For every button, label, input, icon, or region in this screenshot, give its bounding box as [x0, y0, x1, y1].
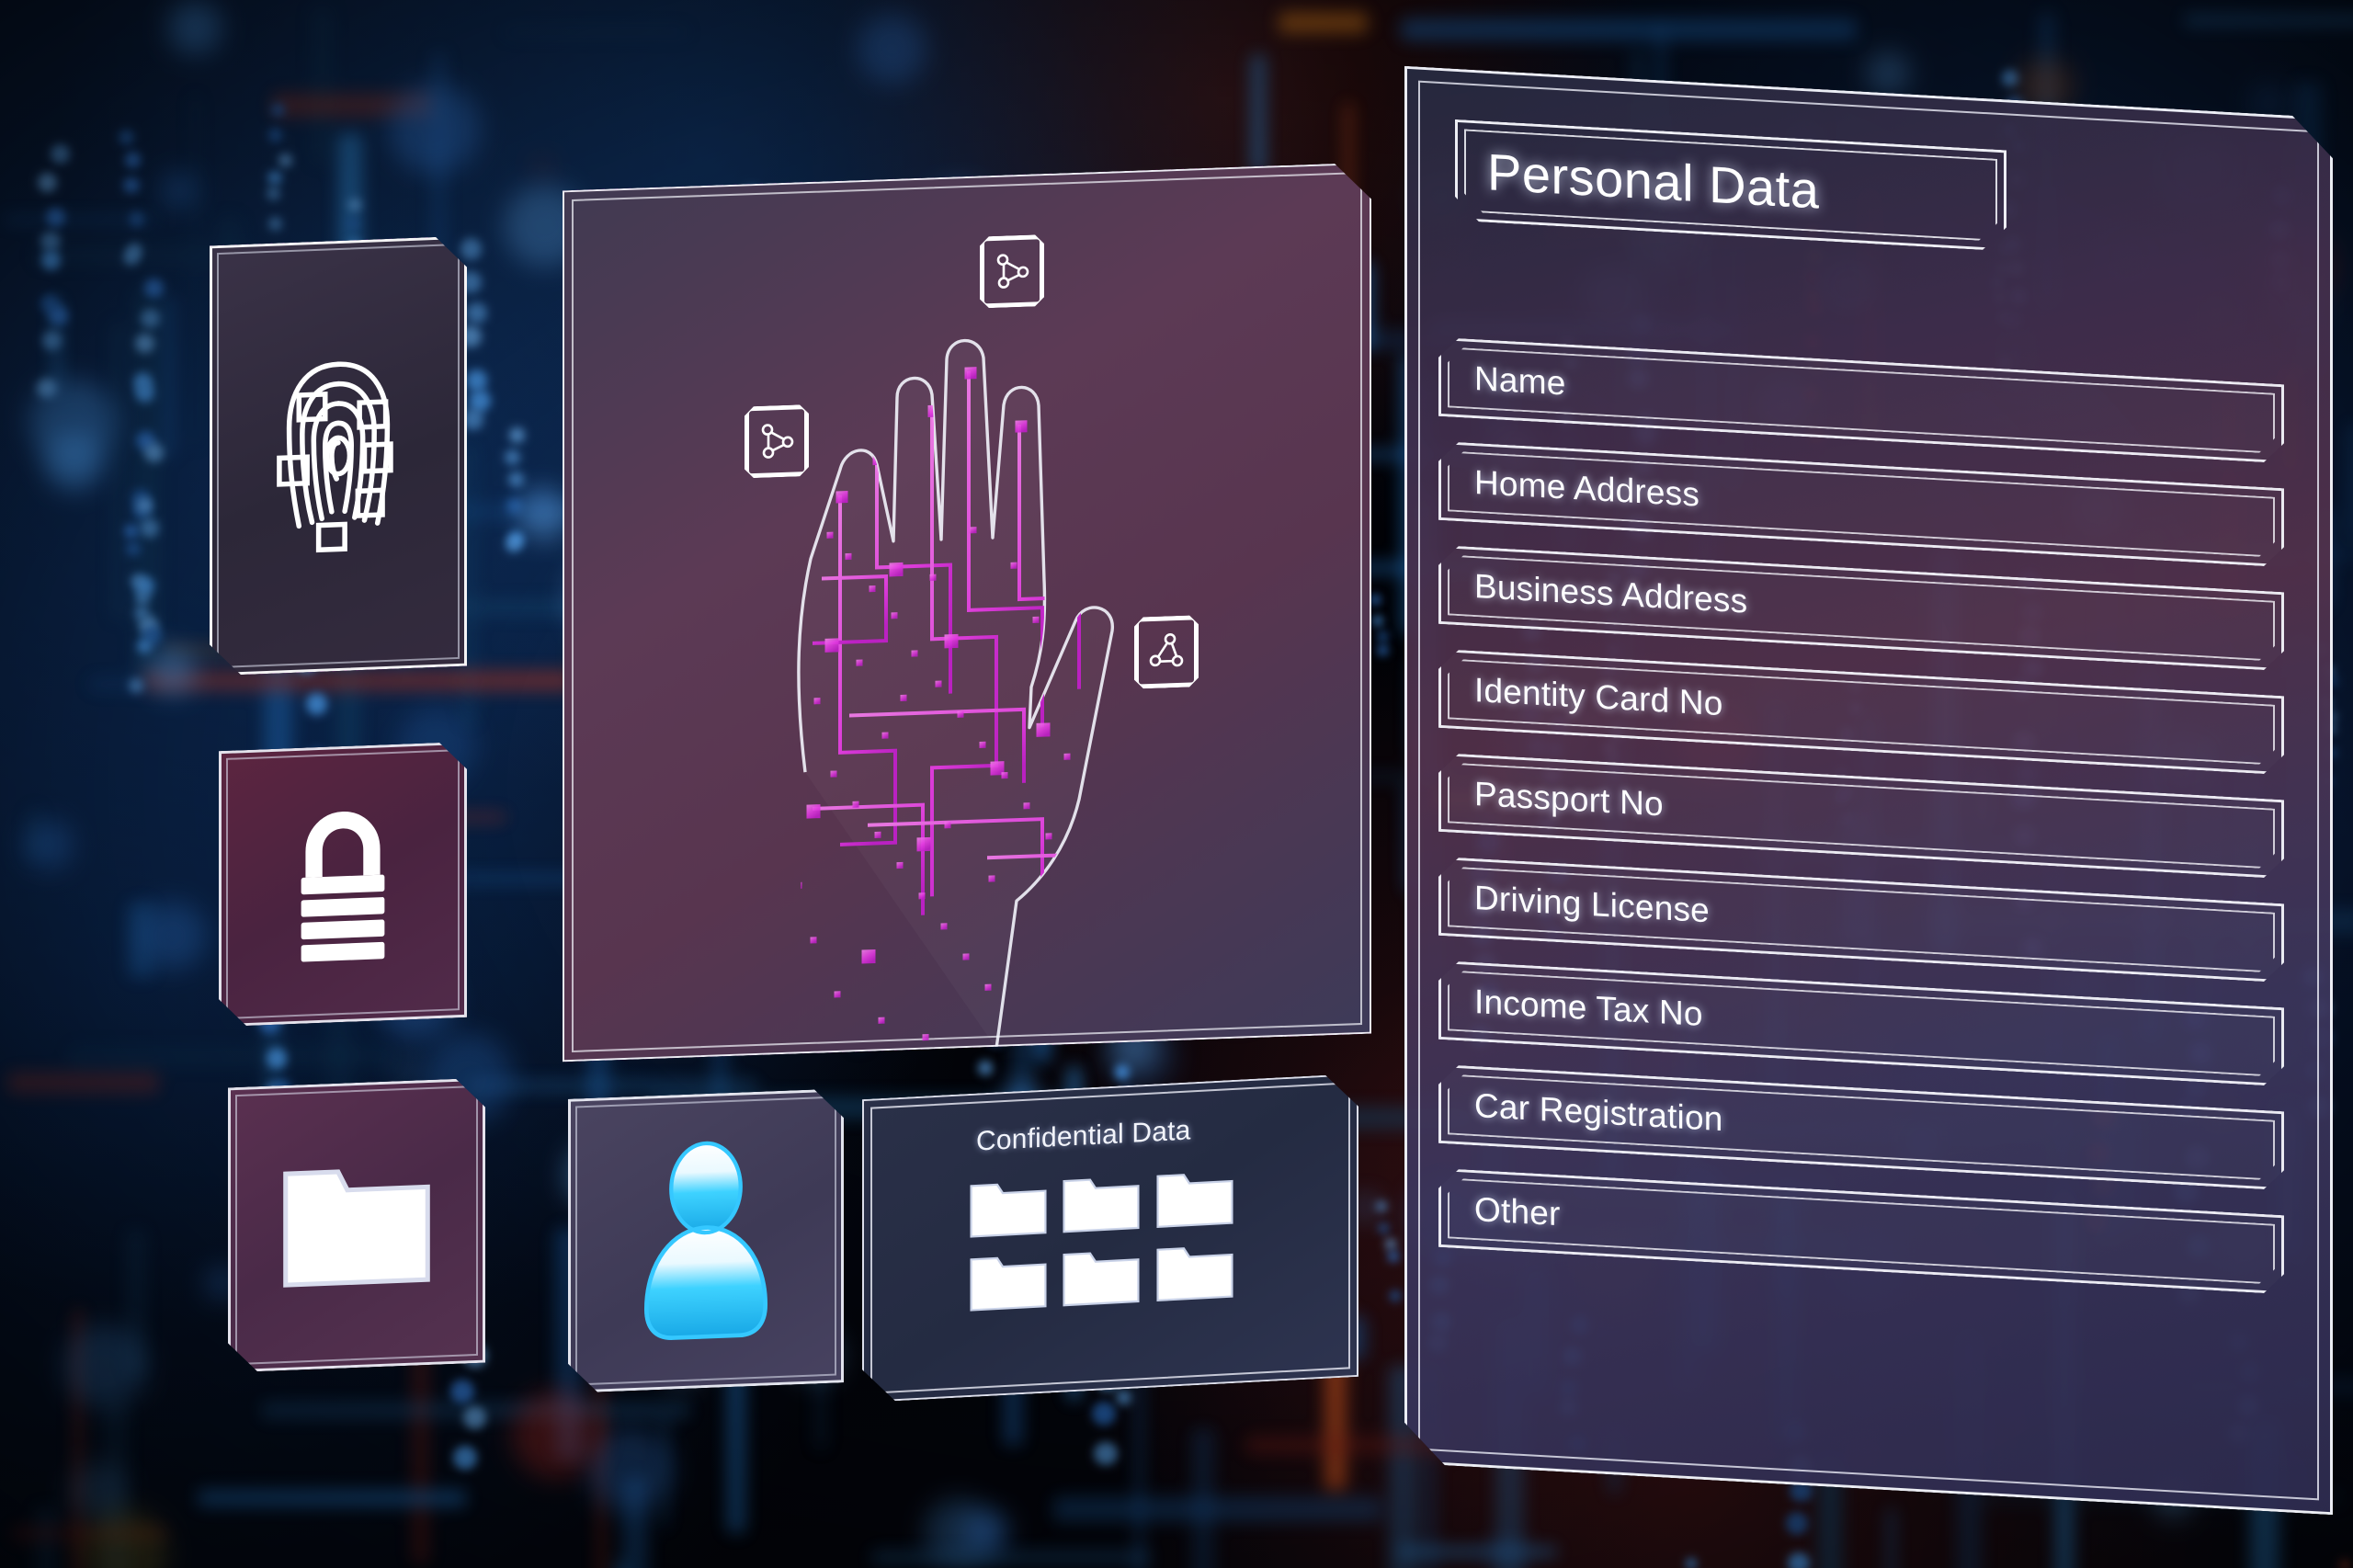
personal-data-field[interactable]: Income Tax No [1438, 960, 2284, 1086]
personal-data-title-box: Personal Data [1455, 119, 2006, 252]
personal-data-field[interactable]: Passport No [1438, 753, 2284, 879]
folder-icon[interactable] [1062, 1171, 1142, 1238]
sidebar-item-lock[interactable] [219, 742, 467, 1027]
personal-data-field-label: Home Address [1474, 463, 1700, 514]
personal-data-field-label: Passport No [1474, 775, 1664, 824]
folder-icon[interactable] [1062, 1244, 1142, 1312]
personal-data-field-label: Name [1474, 359, 1566, 403]
confidential-folder-grid [969, 1166, 1235, 1316]
sidebar-item-fingerprint[interactable] [210, 236, 467, 676]
personal-data-field-label: Identity Card No [1474, 671, 1723, 723]
folder-icon[interactable] [969, 1176, 1049, 1243]
fingerprint-icon [212, 239, 464, 674]
personal-data-field-label: Driving License [1474, 879, 1710, 930]
screen-root: Confidential Data Personal Data Name Home… [0, 0, 2353, 1568]
sidebar-item-folder[interactable] [228, 1078, 485, 1373]
personal-data-field[interactable]: Car Registration [1438, 1064, 2284, 1190]
node-network-icon[interactable] [980, 234, 1044, 308]
personal-data-field-list: Name Home Address Business Address Identity… [1438, 337, 2284, 1319]
circuit-hand-icon [564, 165, 1370, 1061]
padlock-icon [222, 744, 464, 1024]
biometric-hand-panel[interactable] [563, 163, 1371, 1062]
personal-data-field[interactable]: Identity Card No [1438, 649, 2284, 775]
folder-icon[interactable] [969, 1249, 1049, 1316]
sidebar-item-user[interactable] [568, 1088, 844, 1393]
node-network-icon[interactable] [1134, 615, 1199, 688]
field-inner-border [1448, 1177, 2275, 1284]
field-inner-border [1448, 347, 2275, 453]
personal-data-field-label: Other [1474, 1190, 1561, 1233]
folder-icon[interactable] [1155, 1166, 1235, 1233]
confidential-data-title: Confidential Data [976, 1115, 1191, 1157]
personal-data-field[interactable]: Name [1438, 337, 2284, 463]
user-avatar-icon [571, 1091, 841, 1390]
personal-data-field[interactable]: Driving License [1438, 857, 2284, 983]
personal-data-field[interactable]: Business Address [1438, 545, 2284, 671]
personal-data-field-label: Car Registration [1474, 1086, 1723, 1139]
node-network-icon[interactable] [745, 404, 809, 478]
personal-data-field-label: Business Address [1474, 567, 1748, 620]
personal-data-field-label: Income Tax No [1474, 983, 1703, 1033]
personal-data-field[interactable]: Home Address [1438, 441, 2284, 567]
folder-icon [231, 1081, 483, 1370]
confidential-data-panel[interactable]: Confidential Data [862, 1074, 1358, 1403]
folder-icon[interactable] [1155, 1240, 1235, 1307]
personal-data-field[interactable]: Other [1438, 1168, 2284, 1294]
personal-data-panel[interactable]: Personal Data Name Home Address Business A… [1404, 66, 2333, 1515]
